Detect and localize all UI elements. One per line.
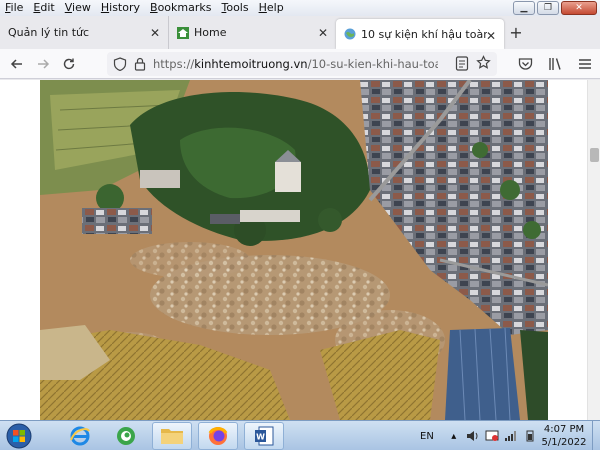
maximize-button[interactable]: ❐ (537, 1, 559, 15)
tab-active-article[interactable]: 10 sự kiện khí hậu toàn cầu nổi bật ✕ (336, 19, 504, 49)
action-center-icon[interactable] (484, 429, 500, 443)
svg-text:W: W (256, 432, 265, 441)
toolbar-right (510, 51, 600, 77)
taskbar-firefox[interactable] (198, 421, 238, 450)
menu-tools[interactable]: Tools (216, 0, 253, 16)
lock-icon[interactable] (133, 57, 147, 71)
menu-bookmarks[interactable]: Bookmarks (145, 0, 216, 16)
tab-strip: Quản lý tin tức ✕ Home ✕ 10 sự kiện khí … (0, 16, 600, 49)
tab-home[interactable]: Home ✕ (168, 16, 336, 49)
hamburger-menu-icon (579, 59, 591, 69)
close-tab-icon[interactable]: ✕ (150, 26, 160, 40)
clock-time: 4:07 PM (543, 424, 585, 435)
reload-icon (63, 58, 75, 69)
article-photo (40, 80, 548, 420)
firefox-icon (208, 426, 228, 445)
close-tab-icon[interactable]: ✕ (486, 29, 496, 43)
arrow-left-icon (10, 58, 22, 69)
tab-title: Quản lý tin tức (8, 26, 90, 39)
url-host: kinhtemoitruong.vn (194, 57, 308, 71)
library-icon (548, 58, 561, 70)
address-bar[interactable]: https://kinhtemoitruong.vn/10-su-kien-kh… (107, 52, 497, 76)
globe-favicon-icon (344, 28, 356, 40)
menu-help[interactable]: Help (254, 0, 289, 16)
reload-button[interactable] (56, 51, 82, 77)
windows-start-icon (6, 423, 32, 448)
url-text[interactable]: https://kinhtemoitruong.vn/10-su-kien-kh… (153, 57, 438, 71)
menu-bar: File Edit View History Bookmarks Tools H… (0, 0, 600, 16)
pocket-button[interactable] (510, 51, 540, 77)
close-window-button[interactable]: ✕ (561, 1, 597, 15)
folder-icon (161, 428, 183, 444)
page-content (0, 80, 600, 420)
window-controls: ▁ ❐ ✕ (513, 1, 597, 15)
shield-icon[interactable] (113, 57, 127, 71)
word-icon: W (255, 426, 274, 445)
taskbar-internet-explorer[interactable] (60, 422, 100, 450)
back-button[interactable] (4, 51, 30, 77)
taskbar-word[interactable]: W (244, 421, 284, 450)
library-button[interactable] (540, 51, 570, 77)
forward-button[interactable] (30, 51, 56, 77)
arrow-right-icon (38, 58, 50, 69)
url-scheme: https:// (153, 57, 195, 71)
menu-edit[interactable]: Edit (28, 0, 59, 16)
taskbar: W EN ▴ 4:07 PM 5/1/2022 (0, 420, 600, 450)
new-tab-button[interactable]: + (504, 16, 528, 49)
tab-title: Home (194, 26, 227, 39)
start-button[interactable] (0, 421, 38, 450)
flood-aerial-photo (40, 80, 548, 420)
battery-icon[interactable] (522, 429, 538, 443)
close-tab-icon[interactable]: ✕ (318, 26, 328, 40)
volume-icon[interactable] (465, 429, 481, 443)
app-menu-button[interactable] (570, 51, 600, 77)
system-tray: EN ▴ (420, 421, 541, 450)
navigation-bar: https://kinhtemoitruong.vn/10-su-kien-kh… (0, 49, 600, 79)
language-indicator[interactable]: EN (420, 431, 434, 442)
clock-date: 5/1/2022 (541, 437, 587, 448)
home-favicon-icon (177, 26, 189, 39)
menu-file[interactable]: File (0, 0, 28, 16)
page-scrollbar[interactable] (587, 80, 600, 420)
menu-history[interactable]: History (96, 0, 145, 16)
tab-quan-ly-tin-tuc[interactable]: Quản lý tin tức ✕ (0, 16, 168, 49)
taskbar-clock[interactable]: 4:07 PM 5/1/2022 (538, 423, 590, 449)
minimize-button[interactable]: ▁ (513, 1, 535, 15)
network-icon[interactable] (503, 429, 519, 443)
tray-expand-icon[interactable]: ▴ (446, 429, 462, 443)
tab-title: 10 sự kiện khí hậu toàn cầu nổi bật (361, 27, 487, 41)
pocket-icon (518, 58, 532, 70)
show-desktop-button[interactable] (592, 421, 600, 450)
reader-view-icon[interactable] (455, 56, 469, 71)
url-path: /10-su-kien-khi-hau-toan-cau-noi-bat (307, 57, 438, 71)
scrollbar-thumb[interactable] (590, 148, 599, 162)
internet-explorer-icon (70, 426, 90, 445)
coccoc-browser-icon (117, 426, 135, 445)
taskbar-file-explorer[interactable] (152, 421, 192, 450)
bookmark-star-icon[interactable] (476, 55, 491, 70)
menu-view[interactable]: View (60, 0, 96, 16)
taskbar-coccoc[interactable] (106, 422, 146, 450)
